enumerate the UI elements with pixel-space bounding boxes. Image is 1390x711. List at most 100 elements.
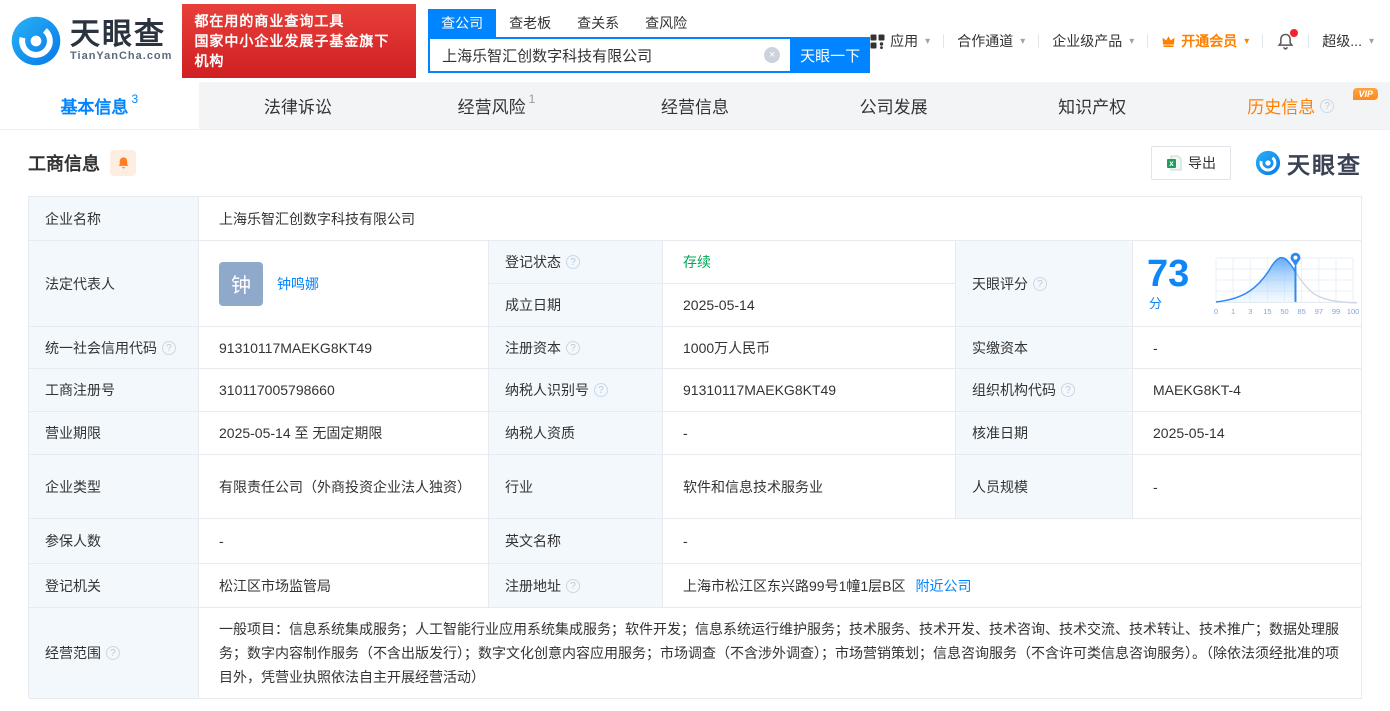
table-row: 统一社会信用代码 91310117MAEKG8KT49 注册资本 1000万人民… xyxy=(29,327,1362,369)
credit-code-value: 91310117MAEKG8KT49 xyxy=(199,327,489,369)
reg-status-label: 登记状态 xyxy=(505,254,561,270)
tab-ip[interactable]: 知识产权 xyxy=(993,82,1192,129)
score-axis-tick: 50 xyxy=(1280,306,1288,315)
field-label: 注册地址 xyxy=(489,564,663,608)
tab-basic-info[interactable]: 基本信息 3 xyxy=(0,82,199,129)
export-button[interactable]: x 导出 xyxy=(1151,146,1231,180)
search-tabs: 查公司 查老板 查关系 查风险 xyxy=(428,9,870,37)
field-label: 实缴资本 xyxy=(956,327,1133,369)
slogan-line1: 都在用的商业查询工具 xyxy=(194,13,345,29)
field-label: 组织机构代码 xyxy=(956,369,1133,412)
help-icon[interactable] xyxy=(1061,383,1075,397)
tab-ip-label: 知识产权 xyxy=(1058,98,1127,117)
nearby-companies-link[interactable]: 附近公司 xyxy=(915,576,971,596)
tab-basic-info-label: 基本信息 xyxy=(60,98,129,117)
nav-divider xyxy=(1308,34,1310,48)
monitor-bell-button[interactable] xyxy=(110,150,136,176)
grid-icon xyxy=(870,34,885,49)
legal-rep-cell: 钟 钟鸣娜 xyxy=(199,241,489,327)
header-nav: 应用 ▾ 合作通道 ▾ 企业级产品 ▾ 开通会员 ▾ 超级... ▾ xyxy=(870,28,1374,51)
taxpayer-id-label: 纳税人识别号 xyxy=(505,382,589,398)
business-term-value: 2025-05-14 至 无固定期限 xyxy=(199,412,489,455)
org-code-value: MAEKG8KT-4 xyxy=(1133,369,1362,412)
nav-divider xyxy=(1038,34,1040,48)
table-row: 企业名称 上海乐智汇创数字科技有限公司 xyxy=(29,197,1362,241)
table-row: 登记机关 松江区市场监管局 注册地址 上海市松江区东兴路99号1幢1层B区 附近… xyxy=(29,564,1362,608)
reg-address-label: 注册地址 xyxy=(505,577,561,594)
nav-open-vip-label: 开通会员 xyxy=(1181,33,1238,49)
chevron-down-icon: ▾ xyxy=(925,35,931,47)
company-name-value: 上海乐智汇创数字科技有限公司 xyxy=(199,197,1362,241)
help-icon[interactable] xyxy=(162,340,176,355)
avatar[interactable]: 钟 xyxy=(219,261,263,306)
score-axis-tick: 0 xyxy=(1214,306,1218,315)
field-label: 天眼评分 xyxy=(956,241,1133,327)
field-label: 登记机关 xyxy=(29,564,199,608)
tab-risk[interactable]: 经营风险 1 xyxy=(397,82,596,129)
credit-code-label: 统一社会信用代码 xyxy=(45,339,157,356)
paid-capital-value: - xyxy=(1133,327,1362,369)
slogan-banner: 都在用的商业查询工具 国家中小企业发展子基金旗下机构 xyxy=(182,4,417,78)
chevron-down-icon: ▾ xyxy=(1244,35,1250,47)
notification-bell[interactable] xyxy=(1276,28,1299,51)
search-tab-relation[interactable]: 查关系 xyxy=(564,9,632,37)
logo-brand-text: 天眼查 xyxy=(70,18,166,51)
score-axis-tick: 99 xyxy=(1332,306,1340,315)
help-icon[interactable] xyxy=(1033,276,1047,291)
nav-enterprise[interactable]: 企业级产品 ▾ xyxy=(1052,31,1134,51)
search-input[interactable] xyxy=(428,37,791,73)
help-icon[interactable] xyxy=(566,340,580,355)
slogan-line2: 国家中小企业发展子基金旗下机构 xyxy=(194,33,390,69)
help-icon[interactable] xyxy=(566,578,580,593)
tab-history[interactable]: VIP 历史信息 xyxy=(1191,82,1390,129)
score-axis-tick: 100 xyxy=(1347,306,1359,315)
nav-open-vip[interactable]: 开通会员 ▾ xyxy=(1161,31,1249,51)
help-icon[interactable] xyxy=(566,255,580,269)
help-icon[interactable] xyxy=(106,646,120,660)
nav-apps[interactable]: 应用 ▾ xyxy=(870,31,930,51)
field-label: 营业期限 xyxy=(29,412,199,455)
nav-user[interactable]: 超级... ▾ xyxy=(1322,31,1374,51)
tab-development[interactable]: 公司发展 xyxy=(794,82,993,129)
score-axis-tick: 1 xyxy=(1231,306,1235,315)
tab-risk-count: 1 xyxy=(528,91,536,106)
reg-capital-label: 注册资本 xyxy=(505,339,561,356)
approval-date-value: 2025-05-14 xyxy=(1133,412,1362,455)
table-row: 法定代表人 钟 钟鸣娜 登记状态 存续 成立日期 2025-05-14 天眼评分 xyxy=(29,241,1362,327)
chevron-down-icon: ▾ xyxy=(1129,35,1135,47)
nav-partner-label: 合作通道 xyxy=(957,33,1014,49)
field-label: 人员规模 xyxy=(956,455,1133,519)
company-tabbar: 基本信息 3 法律诉讼 经营风险 1 经营信息 公司发展 知识产权 VIP 历史… xyxy=(0,82,1390,130)
nav-partner[interactable]: 合作通道 ▾ xyxy=(957,31,1025,51)
search-tab-boss[interactable]: 查老板 xyxy=(496,9,564,37)
help-icon[interactable] xyxy=(594,383,608,397)
search-tab-company[interactable]: 查公司 xyxy=(428,9,497,37)
nav-enterprise-label: 企业级产品 xyxy=(1052,33,1123,49)
score-marker-pin xyxy=(1290,252,1301,267)
score-label: 天眼评分 xyxy=(972,275,1028,292)
org-code-label: 组织机构代码 xyxy=(972,382,1056,398)
legal-rep-link[interactable]: 钟鸣娜 xyxy=(277,274,319,294)
search-tab-risk[interactable]: 查风险 xyxy=(632,9,700,37)
svg-text:x: x xyxy=(1169,159,1174,168)
chevron-down-icon: ▾ xyxy=(1368,35,1374,47)
export-button-label: 导出 xyxy=(1188,155,1216,171)
field-label: 统一社会信用代码 xyxy=(29,327,199,369)
bell-icon xyxy=(118,157,128,169)
notification-dot xyxy=(1290,28,1299,37)
search-area: 查公司 查老板 查关系 查风险 天眼一下 xyxy=(428,9,871,73)
field-label: 英文名称 xyxy=(489,519,663,564)
tab-legal[interactable]: 法律诉讼 xyxy=(199,82,398,129)
tab-operation[interactable]: 经营信息 xyxy=(596,82,795,129)
help-icon[interactable] xyxy=(1320,98,1335,113)
score-axis-tick: 15 xyxy=(1263,306,1271,315)
tab-development-label: 公司发展 xyxy=(859,98,928,117)
tab-operation-label: 经营信息 xyxy=(661,98,730,117)
tianyancha-logo[interactable]: 天眼查 TianYanCha.com xyxy=(10,15,172,67)
search-button[interactable]: 天眼一下 xyxy=(790,37,871,73)
nav-apps-label: 应用 xyxy=(890,33,919,49)
chevron-down-icon: ▾ xyxy=(1020,35,1026,47)
table-row: 企业类型 有限责任公司（外商投资企业法人独资） 行业 软件和信息技术服务业 人员… xyxy=(29,455,1362,519)
field-label: 企业名称 xyxy=(29,197,199,241)
table-row: 参保人数 - 英文名称 - xyxy=(29,519,1362,564)
